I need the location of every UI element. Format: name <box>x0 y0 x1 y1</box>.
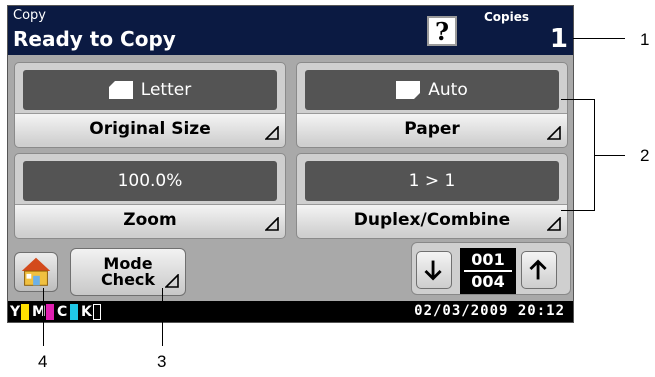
original-size-value: Letter <box>140 80 192 100</box>
paper-label: Paper <box>297 113 567 144</box>
toner-c-label: C <box>57 304 68 320</box>
page-counter: 001 004 <box>460 248 516 294</box>
toner-c-level <box>70 304 78 320</box>
toner-k-level <box>93 304 101 320</box>
paper-value: Auto <box>428 80 468 100</box>
arrow-down-icon <box>424 260 442 281</box>
mode-title: Copy <box>13 8 46 23</box>
duplex-label: Duplex/Combine <box>297 204 567 235</box>
zoom-label: Zoom <box>15 204 285 235</box>
callout-1: 1 <box>640 30 650 49</box>
zoom-value: 100.0% <box>23 161 277 201</box>
corner-triangle-icon <box>547 126 561 140</box>
corner-triangle-icon <box>265 217 279 231</box>
original-size-button[interactable]: Letter Original Size <box>14 62 286 148</box>
date-time: 02/03/2009 20:12 <box>414 303 565 319</box>
copy-screen: Copy Ready to Copy ? Copies 1 Letter Ori… <box>7 5 574 323</box>
original-size-label: Original Size <box>15 113 285 144</box>
callout-line-3 <box>162 288 163 346</box>
copies-label: Copies <box>484 10 530 24</box>
mode-check-button[interactable]: Mode Check <box>70 248 186 296</box>
callout-line-1 <box>573 38 625 39</box>
toner-y-label: Y <box>10 304 21 320</box>
page-up-button[interactable] <box>521 251 557 289</box>
status-message: Ready to Copy <box>13 27 176 51</box>
duplex-combine-button[interactable]: 1 > 1 Duplex/Combine <box>296 153 568 239</box>
help-button[interactable]: ? <box>427 16 457 46</box>
status-bar: Y M C K 02/03/2009 20:12 <box>8 301 573 322</box>
page-current: 001 <box>471 250 505 269</box>
callout-line-2 <box>594 155 625 156</box>
home-icon <box>21 257 51 286</box>
original-size-value-display: Letter <box>23 70 277 110</box>
callout-line-4 <box>43 288 44 346</box>
toner-y-level <box>21 304 29 320</box>
callout-3: 3 <box>157 352 167 371</box>
callout-bracket-top <box>561 99 594 100</box>
paper-value-display: Auto <box>305 70 559 110</box>
zoom-button[interactable]: 100.0% Zoom <box>14 153 286 239</box>
home-button[interactable] <box>14 252 58 292</box>
callout-bracket-bottom <box>561 210 594 211</box>
corner-triangle-icon <box>165 274 179 288</box>
arrow-up-icon <box>529 259 547 280</box>
toner-k-label: K <box>81 304 92 320</box>
header-bar: Copy Ready to Copy ? Copies 1 <box>8 6 573 55</box>
callout-4: 4 <box>38 352 48 371</box>
page-down-button[interactable] <box>416 251 452 289</box>
page-icon <box>396 81 421 99</box>
copies-count: 1 <box>549 24 568 54</box>
corner-triangle-icon <box>265 126 279 140</box>
paper-button[interactable]: Auto Paper <box>296 62 568 148</box>
callout-2: 2 <box>640 146 650 165</box>
corner-triangle-icon <box>547 217 561 231</box>
page-icon <box>108 81 133 99</box>
toner-m-level <box>46 304 54 320</box>
page-total: 004 <box>471 272 505 291</box>
duplex-value: 1 > 1 <box>305 161 559 201</box>
